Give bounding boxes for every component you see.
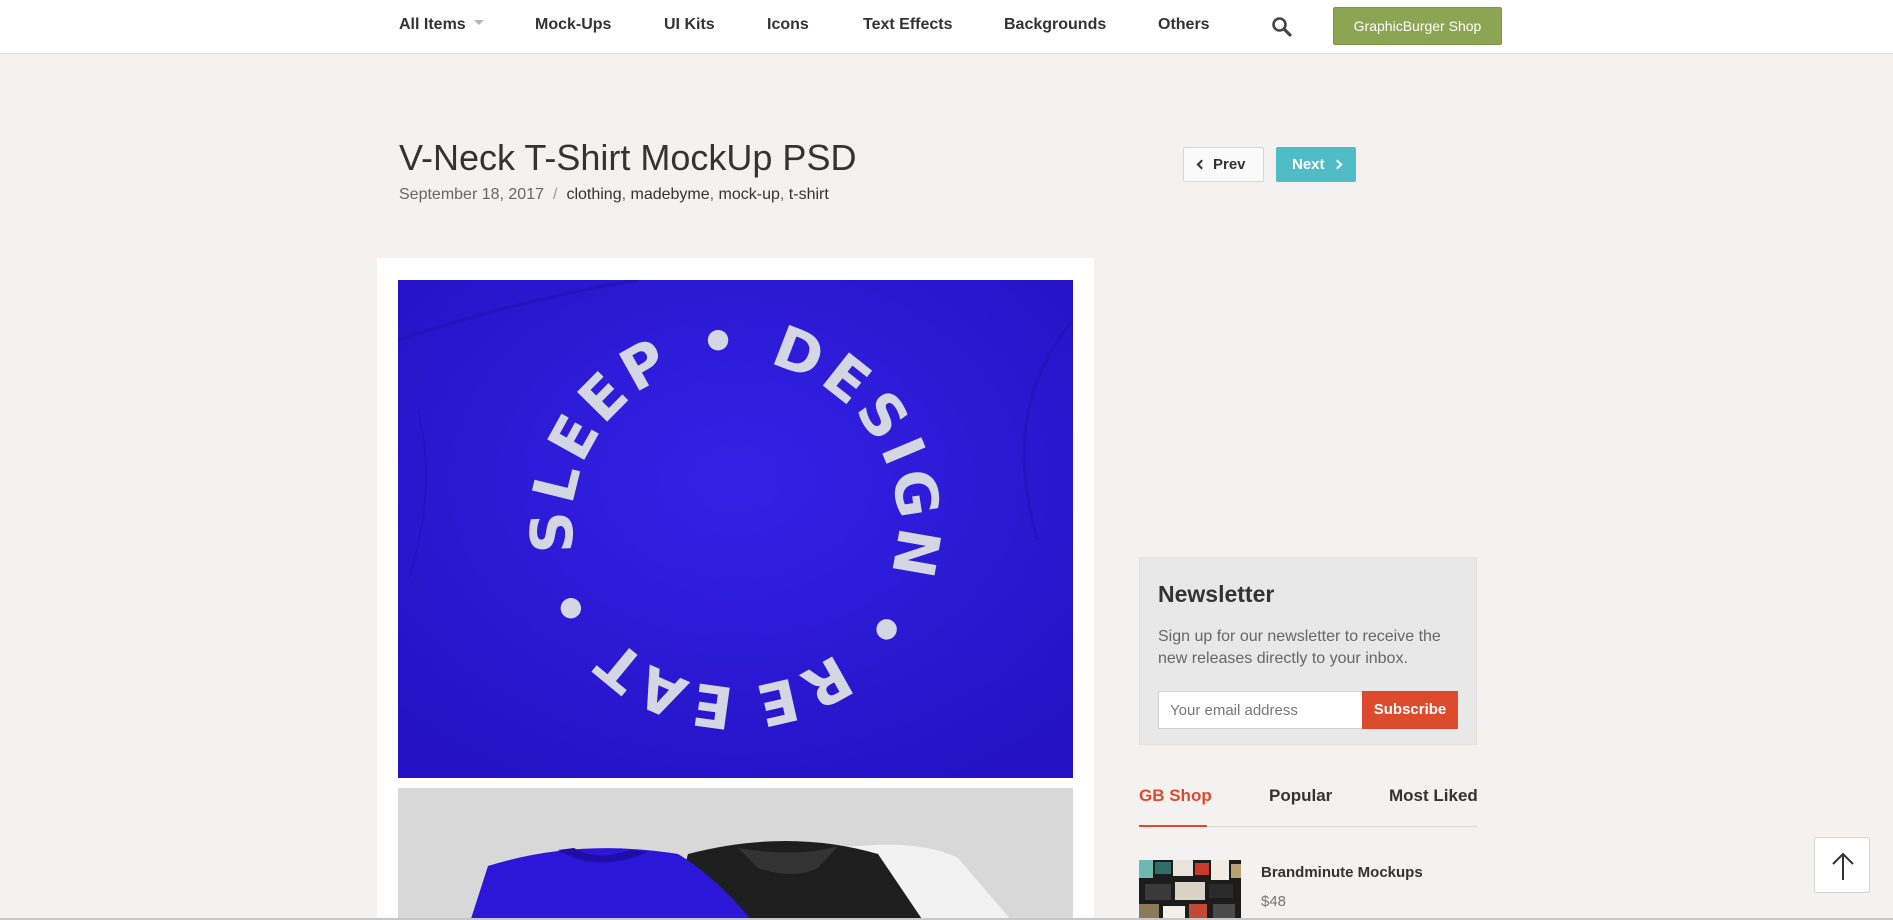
- email-field[interactable]: [1158, 691, 1363, 729]
- tag-link-clothing[interactable]: clothing: [566, 186, 621, 203]
- meta-separator: /: [553, 186, 558, 203]
- post-date: September 18, 2017: [399, 186, 544, 203]
- tag-link-mock-up[interactable]: mock-up: [719, 186, 780, 203]
- back-to-top-button[interactable]: [1814, 837, 1870, 893]
- nav-ui-kits[interactable]: UI Kits: [664, 15, 715, 35]
- tag-link-t-shirt[interactable]: t-shirt: [789, 186, 829, 203]
- tshirt-hero-image: EAT • SLEEP • DESIGN • REPEAT •: [398, 280, 1073, 778]
- post-meta: September 18, 2017/clothing, madebyme, m…: [399, 186, 829, 203]
- product-price: $48: [1261, 893, 1287, 910]
- nav-icons[interactable]: Icons: [767, 15, 809, 35]
- tag-link-madebyme[interactable]: madebyme: [631, 186, 710, 203]
- prev-label: Prev: [1213, 156, 1246, 173]
- chevron-right-icon: [1332, 159, 1342, 170]
- next-button[interactable]: Next: [1276, 147, 1356, 182]
- tab-gb-shop[interactable]: GB Shop: [1139, 786, 1212, 806]
- tab-popular[interactable]: Popular: [1269, 786, 1332, 806]
- graphicburger-shop-button[interactable]: GraphicBurger Shop: [1333, 7, 1502, 45]
- nav-all-items[interactable]: All Items: [399, 15, 484, 35]
- nav-mock-ups[interactable]: Mock-Ups: [535, 15, 611, 35]
- nav-backgrounds[interactable]: Backgrounds: [1004, 15, 1106, 35]
- subscribe-button[interactable]: Subscribe: [1362, 691, 1458, 729]
- prev-button[interactable]: Prev: [1183, 147, 1264, 182]
- active-tab-indicator: [1139, 825, 1207, 827]
- page-title: V-Neck T-Shirt MockUp PSD: [399, 137, 857, 178]
- newsletter-description: Sign up for our newsletter to receive th…: [1158, 628, 1441, 667]
- arrow-up-icon: [1832, 852, 1854, 880]
- top-navigation-bar: All Items Mock-Ups UI Kits Icons Text Ef…: [0, 0, 1893, 54]
- tshirts-preview-image: [398, 788, 1073, 920]
- caret-down-icon: [473, 20, 484, 26]
- product-name[interactable]: Brandminute Mockups: [1261, 864, 1423, 882]
- nav-text-effects[interactable]: Text Effects: [863, 15, 953, 35]
- search-icon[interactable]: [1270, 15, 1294, 39]
- nav-others[interactable]: Others: [1158, 15, 1210, 35]
- chevron-left-icon: [1196, 159, 1207, 170]
- newsletter-widget: Newsletter Sign up for our newsletter to…: [1139, 557, 1477, 745]
- newsletter-title: Newsletter: [1158, 581, 1275, 607]
- product-thumbnail[interactable]: [1139, 860, 1241, 920]
- nav-all-items-label: All Items: [399, 16, 466, 33]
- tab-most-liked[interactable]: Most Liked: [1389, 786, 1478, 806]
- next-label: Next: [1292, 156, 1325, 173]
